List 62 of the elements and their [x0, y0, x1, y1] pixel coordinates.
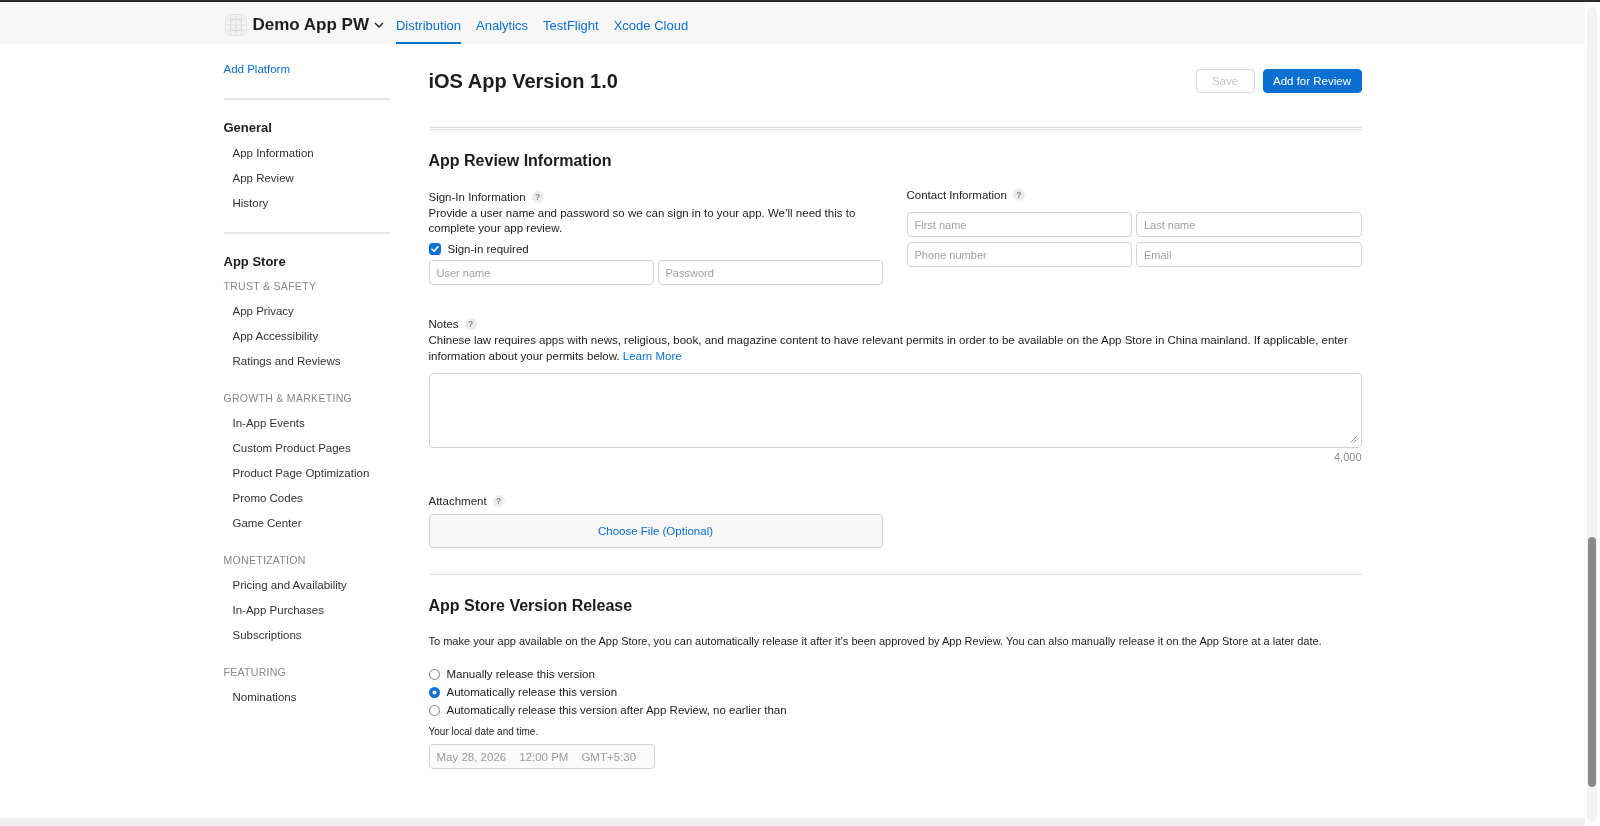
- notes-field[interactable]: [428, 373, 1362, 448]
- chevron-down-icon[interactable]: [374, 22, 384, 28]
- nav-tab[interactable]: Analytics: [476, 6, 529, 44]
- sidebar-group-heading: FEATURING: [223, 665, 287, 680]
- add-for-review-button[interactable]: Add for Review: [1262, 69, 1362, 93]
- sidebar-item[interactable]: History: [232, 190, 269, 215]
- page-title: iOS App Version 1.0: [428, 69, 618, 93]
- choose-file-button[interactable]: Choose File (Optional): [428, 514, 883, 548]
- sidebar-section-title: App Store: [223, 253, 286, 271]
- field-label: Notes: [428, 318, 459, 330]
- sidebar-item[interactable]: In-App Purchases: [232, 597, 324, 622]
- radio-label: Manually release this version: [446, 668, 595, 680]
- section-heading: App Review Information: [428, 151, 612, 171]
- radio-label: Automatically release this version: [446, 686, 618, 698]
- field-label: Sign-In Information: [428, 191, 526, 203]
- nav-tab[interactable]: TestFlight: [543, 6, 599, 44]
- character-count: 4,000: [1333, 450, 1362, 464]
- field-label: Contact Information: [906, 189, 1007, 201]
- checkbox[interactable]: [428, 243, 441, 255]
- sidebar-item[interactable]: Promo Codes: [232, 485, 303, 510]
- sidebar-group-heading: MONETIZATION: [223, 553, 306, 568]
- user-name-field[interactable]: User name: [428, 260, 654, 285]
- radio-button[interactable]: [428, 704, 440, 716]
- add-platform-link[interactable]: Add Platform: [223, 56, 290, 81]
- app-name: Demo App PW: [252, 15, 369, 35]
- radio-button[interactable]: [428, 686, 440, 698]
- sidebar-item[interactable]: Ratings and Reviews: [232, 348, 341, 373]
- sidebar-item[interactable]: Product Page Optimization: [232, 460, 370, 485]
- sidebar-item[interactable]: App Privacy: [232, 298, 294, 323]
- sidebar-item[interactable]: Nominations: [232, 684, 297, 709]
- field-label: Attachment: [428, 495, 487, 507]
- last-name-field[interactable]: Last name: [1136, 212, 1362, 237]
- sidebar-item[interactable]: Game Center: [232, 510, 302, 535]
- learn-more-link[interactable]: Learn More: [622, 350, 682, 362]
- scrollbar-thumb[interactable]: [1588, 537, 1596, 787]
- nav-tab[interactable]: Xcode Cloud: [613, 6, 689, 44]
- sidebar-item[interactable]: App Accessibility: [232, 323, 319, 348]
- sidebar-section-title: General: [223, 119, 272, 137]
- scrollbar[interactable]: [1587, 7, 1597, 822]
- resize-grip-icon[interactable]: [1349, 436, 1357, 443]
- checkbox-label: Sign-in required: [447, 243, 529, 255]
- release-description: To make your app available on the App Store, you can automatically release it after it’s been approved by App Review. You can also manually release it on the App Store at a later date.: [428, 634, 1323, 649]
- sidebar-item[interactable]: Custom Product Pages: [232, 435, 351, 460]
- email-field[interactable]: Email: [1136, 242, 1362, 267]
- date-hint: Your local date and time.: [428, 725, 539, 739]
- section-heading: App Store Version Release: [428, 596, 633, 616]
- sidebar-item[interactable]: In-App Events: [232, 410, 305, 435]
- phone-number-field[interactable]: Phone number: [906, 242, 1132, 267]
- notes-description: Chinese law requires apps with news, religious, book, and magazine content to have relevant permits in order to be available on the App Store in China mainland. If applicable, enter information about your permits below. Learn More: [428, 333, 1349, 364]
- radio-button[interactable]: [428, 668, 440, 680]
- sidebar-group-heading: GROWTH & MARKETING: [223, 391, 352, 406]
- sidebar-item[interactable]: App Review: [232, 165, 294, 190]
- nav-tab[interactable]: Distribution: [396, 6, 461, 44]
- sidebar-group-heading: TRUST & SAFETY: [223, 279, 317, 294]
- radio-label: Automatically release this version after App Review, no earlier than: [446, 704, 787, 716]
- sign-in-description: Provide a user name and password so we can sign in to your app. We’ll need this to complete your app review.: [428, 206, 857, 236]
- password-field[interactable]: Password: [657, 260, 883, 285]
- sidebar-item[interactable]: App Information: [232, 140, 314, 165]
- sidebar-item[interactable]: Subscriptions: [232, 622, 302, 647]
- sidebar-item[interactable]: Pricing and Availability: [232, 572, 347, 597]
- app-grid-icon: [224, 14, 247, 36]
- first-name-field[interactable]: First name: [906, 212, 1132, 237]
